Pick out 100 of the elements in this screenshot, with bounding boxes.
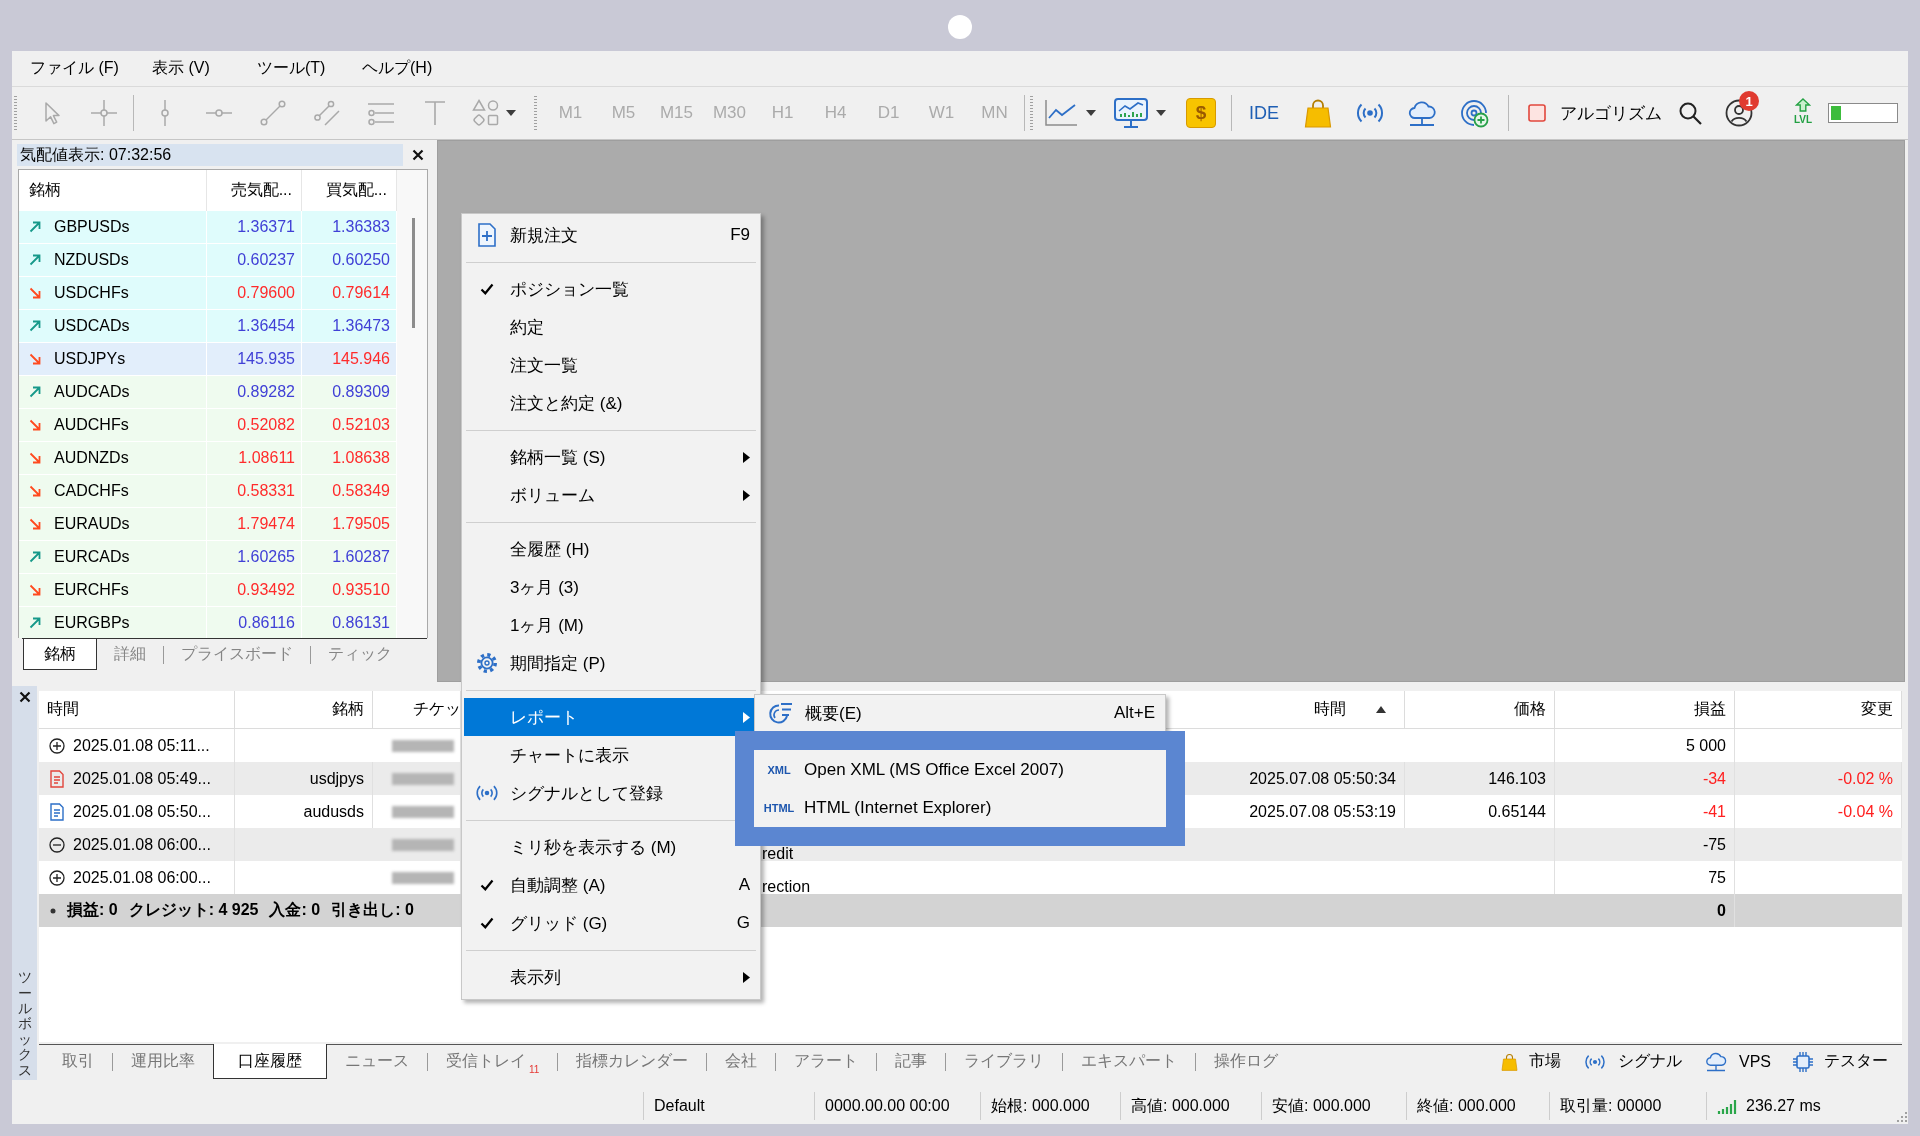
column-header[interactable]: 価格 [1405, 691, 1555, 728]
report-icon [767, 701, 793, 725]
quote-row[interactable]: AUDCHFs 0.52082 0.52103 [19, 409, 397, 442]
menu-item[interactable]: 約定 [464, 308, 556, 346]
quote-row[interactable]: CADCHFs 0.58331 0.58349 [19, 475, 397, 508]
line-chart-icon[interactable] [1044, 99, 1078, 127]
panel-tab[interactable]: ライブラリ [946, 1045, 1063, 1078]
service-button[interactable]: VPS [1704, 1051, 1771, 1072]
menu-item[interactable]: グリッド (G) G [464, 904, 758, 942]
menu-item[interactable]: XML Open XML (MS Office Excel 2007) [754, 751, 1166, 789]
menu-item[interactable]: HTML HTML (Internet Explorer) [754, 789, 1166, 827]
service-button[interactable]: 市場 [1501, 1051, 1561, 1072]
quote-row[interactable]: EURGBPs 0.86116 0.86131 [19, 607, 397, 638]
plus-circle-icon [49, 737, 65, 754]
ide-button[interactable]: IDE [1240, 95, 1288, 131]
table-cell: usdjpys [235, 762, 373, 795]
signal-icon[interactable] [1354, 101, 1386, 125]
panel-tab[interactable]: エキスパート [1063, 1045, 1196, 1078]
menu-item[interactable]: 銘柄一覧 (S) [464, 438, 758, 476]
column-header[interactable]: 損益 [1555, 691, 1735, 728]
quote-row[interactable]: EURCHFs 0.93492 0.93510 [19, 574, 397, 607]
summary-text: 損益: 0 [67, 900, 118, 920]
menu-item[interactable]: 表示列 [464, 958, 758, 996]
bid-price: 1.60265 [207, 541, 302, 573]
menu-item[interactable]: 全履歴 (H) [464, 530, 602, 568]
shortcut-text: G [736, 913, 750, 933]
user-icon[interactable] [1725, 99, 1753, 127]
toolbar-grip[interactable] [1030, 96, 1033, 130]
column-header[interactable]: 時間 [39, 691, 235, 728]
quote-row[interactable]: USDJPYs 145.935 145.946 [19, 343, 397, 376]
bid-price: 1.79474 [207, 508, 302, 540]
signal-icon [474, 783, 500, 803]
quote-row[interactable]: USDCHFs 0.79600 0.79614 [19, 277, 397, 310]
menu-item[interactable]: シグナルとして登録 [464, 774, 675, 812]
menu-item[interactable]: 1ヶ月 (M) [464, 606, 596, 644]
panel-tab[interactable]: アラート [776, 1045, 877, 1078]
menu-item[interactable]: 概要(E) Alt+E [755, 695, 1165, 731]
panel-tab[interactable]: ニュース [327, 1045, 427, 1078]
cloud-icon [1704, 1051, 1728, 1072]
table-cell: -75 [1555, 828, 1735, 861]
panel-tab[interactable]: 運用比率 [113, 1045, 213, 1078]
up-arrow-icon [1795, 98, 1811, 112]
close-icon[interactable] [412, 149, 424, 161]
table-cell: 2025.01.08 05:50... [73, 802, 211, 821]
algo-trading-button[interactable]: アルゴリズム [1522, 95, 1668, 131]
quote-row[interactable]: AUDCADs 0.89282 0.89309 [19, 376, 397, 409]
menu-bar-item[interactable]: ファイル (F) [24, 54, 134, 83]
bid-price: 0.58331 [207, 475, 302, 507]
panel-tab[interactable]: 口座履歴 [213, 1044, 327, 1079]
quote-row[interactable]: EURAUDs 1.79474 1.79505 [19, 508, 397, 541]
panel-tab[interactable]: 指標カレンダー [558, 1045, 707, 1078]
menu-bar-item[interactable]: ツール(T) [251, 54, 346, 83]
chart-monitor-icon[interactable] [1114, 98, 1148, 128]
shopping-bag-icon[interactable] [1304, 98, 1332, 128]
scrollbar-thumb[interactable] [412, 218, 415, 328]
column-header[interactable]: 時間 [1173, 691, 1405, 728]
close-icon[interactable] [18, 691, 31, 703]
menu-item[interactable]: ミリ秒を表示する (M) [464, 828, 689, 866]
service-button[interactable]: シグナル [1583, 1051, 1682, 1072]
menu-item[interactable]: 新規注文 F9 [464, 216, 758, 254]
menu-bar-item[interactable]: 表示 (V) [146, 54, 241, 83]
bid-price: 0.60237 [207, 244, 302, 276]
panel-tab[interactable]: 記事 [877, 1045, 946, 1078]
table-cell: -0.02 % [1735, 762, 1902, 795]
status-text: 安値: 000.000 [1261, 1092, 1406, 1120]
search-icon[interactable] [1678, 101, 1702, 125]
column-header[interactable]: 銘柄 [235, 691, 373, 728]
panel-tab[interactable]: 会社 [707, 1045, 776, 1078]
quote-row[interactable]: USDCADs 1.36454 1.36473 [19, 310, 397, 343]
panel-tab[interactable]: 銘柄 [23, 639, 97, 670]
radar-plus-icon[interactable] [1459, 98, 1489, 128]
menu-item[interactable]: ボリューム [464, 476, 758, 514]
quote-row[interactable]: AUDNZDs 1.08611 1.08638 [19, 442, 397, 475]
cloud-icon[interactable] [1406, 99, 1438, 127]
symbol-name: EURAUDs [54, 515, 130, 533]
menu-item[interactable]: 注文一覧 [464, 346, 590, 384]
menu-item[interactable]: 自動調整 (A) A [464, 866, 758, 904]
quote-row[interactable]: EURCADs 1.60265 1.60287 [19, 541, 397, 574]
column-header[interactable]: 変更 [1735, 691, 1902, 728]
menu-item[interactable]: チャートに表示 [464, 736, 641, 774]
status-text: 0000.00.00 00:00 [814, 1092, 980, 1120]
bid-price: 0.93492 [207, 574, 302, 606]
toolbar-grip[interactable] [14, 96, 17, 130]
caret-icon[interactable] [1086, 110, 1096, 116]
quote-row[interactable]: GBPUSDs 1.36371 1.36383 [19, 211, 397, 244]
menu-item[interactable]: 期間指定 (P) [464, 644, 618, 682]
caret-icon[interactable] [506, 110, 516, 116]
menu-item[interactable]: 注文と約定 (&) [464, 384, 635, 422]
menu-item[interactable]: 3ヶ月 (3) [464, 568, 591, 606]
menu-item[interactable]: ポジション一覧 [464, 270, 641, 308]
symbol-name: USDJPYs [54, 350, 126, 368]
minus-circle-icon [49, 836, 65, 853]
panel-tab[interactable]: 取引 [44, 1045, 112, 1078]
menu-bar-item[interactable]: ヘルプ(H) [356, 54, 451, 83]
quote-row[interactable]: NZDUSDs 0.60237 0.60250 [19, 244, 397, 277]
toolbar-grip[interactable] [534, 96, 537, 130]
resize-grip-icon[interactable] [1895, 1110, 1907, 1122]
panel-tab[interactable]: 操作ログ [1196, 1045, 1297, 1078]
caret-icon[interactable] [1156, 110, 1166, 116]
service-button[interactable]: テスター [1793, 1051, 1888, 1072]
